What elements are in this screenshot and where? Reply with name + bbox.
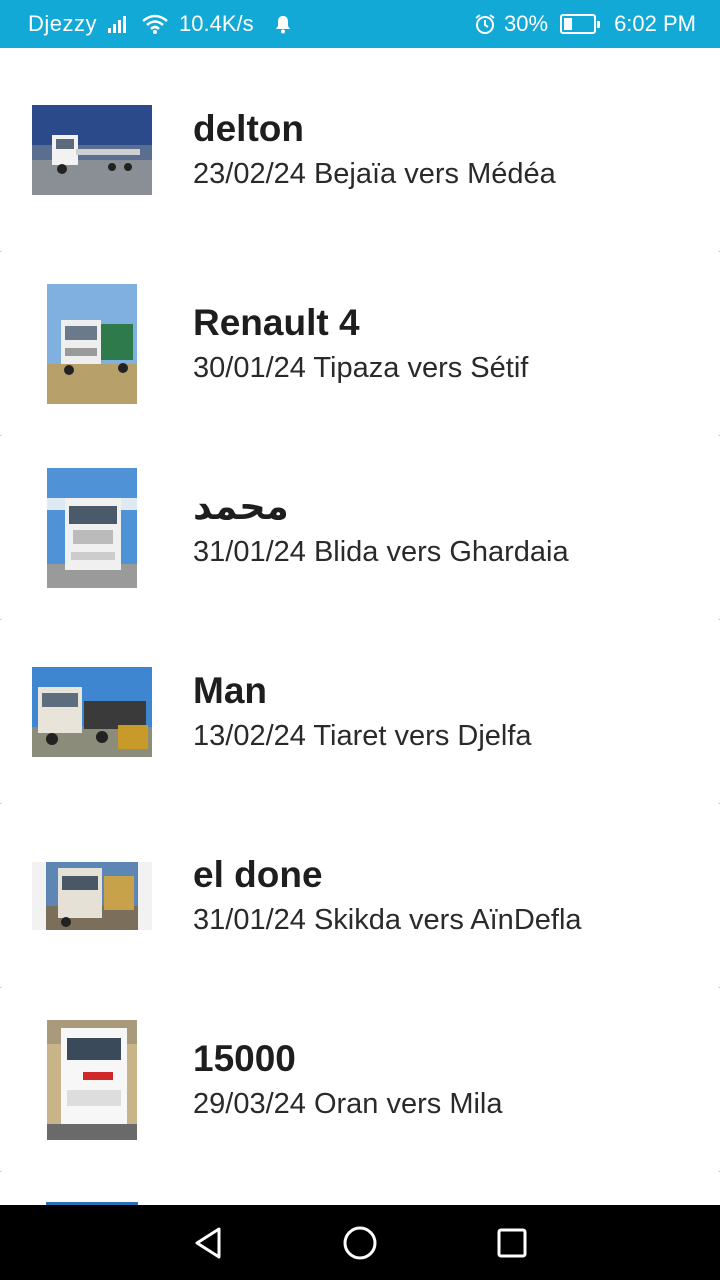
list-item[interactable]: Renault 4 30/01/24 Tipaza vers Sétif — [0, 252, 720, 436]
item-title: محمد — [193, 485, 289, 528]
truck-photo — [32, 667, 152, 757]
back-button[interactable] — [132, 1205, 284, 1280]
battery-icon — [560, 14, 601, 34]
truck-photo — [47, 1020, 137, 1140]
list-item[interactable]: el done 31/01/24 Skikda vers AïnDefla — [0, 804, 720, 988]
back-icon — [195, 1227, 221, 1258]
item-subtitle: 13/02/24 Tiaret vers Djelfa — [193, 720, 532, 752]
battery-percent: 30% — [504, 11, 549, 36]
thumbnail-container — [0, 620, 184, 804]
status-bar: Djezzy 10.4K/s 30% 6:02 PM — [0, 0, 720, 48]
truck-photo — [32, 105, 152, 195]
status-right: 30% 6:02 PM — [474, 11, 696, 37]
clock: 6:02 PM — [614, 11, 696, 36]
network-speed: 10.4K/s — [179, 11, 254, 36]
truck-photo — [47, 468, 137, 588]
carrier-name: Djezzy — [28, 11, 98, 36]
item-text: delton 23/02/24 Bejaïa vers Médéa — [193, 106, 556, 194]
item-subtitle: 31/01/24 Skikda vers AïnDefla — [193, 904, 582, 936]
item-title: 15000 — [193, 1038, 296, 1079]
home-icon — [343, 1226, 377, 1259]
recents-button[interactable] — [436, 1205, 588, 1280]
list-item[interactable]: 15000 29/03/24 Oran vers Mila — [0, 988, 720, 1172]
thumbnail-container — [0, 436, 184, 620]
signal-icon — [107, 14, 131, 34]
wifi-icon — [141, 13, 169, 35]
list-item[interactable]: Man 13/02/24 Tiaret vers Djelfa — [0, 620, 720, 804]
thumbnail-container — [0, 804, 184, 988]
item-title: delton — [193, 108, 304, 149]
truck-photo — [32, 862, 152, 930]
list-item[interactable]: delton 23/02/24 Bejaïa vers Médéa — [0, 48, 720, 252]
item-title: el done — [193, 854, 323, 895]
item-title: Man — [193, 670, 267, 711]
item-subtitle: 23/02/24 Bejaïa vers Médéa — [193, 158, 556, 190]
home-button[interactable] — [284, 1205, 436, 1280]
recents-icon — [497, 1228, 527, 1257]
item-text: Man 13/02/24 Tiaret vers Djelfa — [193, 668, 532, 756]
item-subtitle: 31/01/24 Blida vers Ghardaia — [193, 536, 569, 568]
item-text: محمد 31/01/24 Blida vers Ghardaia — [193, 484, 569, 572]
notification-bell-icon — [274, 14, 292, 34]
item-subtitle: 30/01/24 Tipaza vers Sétif — [193, 352, 529, 384]
trip-list[interactable]: delton 23/02/24 Bejaïa vers Médéa Renaul… — [0, 48, 720, 1205]
battery-level — [564, 18, 573, 30]
item-text: 15000 29/03/24 Oran vers Mila — [193, 1036, 502, 1124]
item-text: el done 31/01/24 Skikda vers AïnDefla — [193, 852, 582, 940]
status-left: Djezzy 10.4K/s — [28, 11, 292, 37]
list-item[interactable]: محمد 31/01/24 Blida vers Ghardaia — [0, 436, 720, 620]
truck-photo — [47, 284, 137, 404]
thumbnail-container — [0, 48, 184, 252]
item-text: Renault 4 30/01/24 Tipaza vers Sétif — [193, 300, 528, 388]
alarm-icon — [474, 13, 496, 35]
navigation-bar — [0, 1205, 720, 1280]
item-title: Renault 4 — [193, 302, 360, 343]
item-subtitle: 29/03/24 Oran vers Mila — [193, 1088, 503, 1120]
thumbnail-container — [0, 988, 184, 1172]
thumbnail-container — [0, 252, 184, 436]
